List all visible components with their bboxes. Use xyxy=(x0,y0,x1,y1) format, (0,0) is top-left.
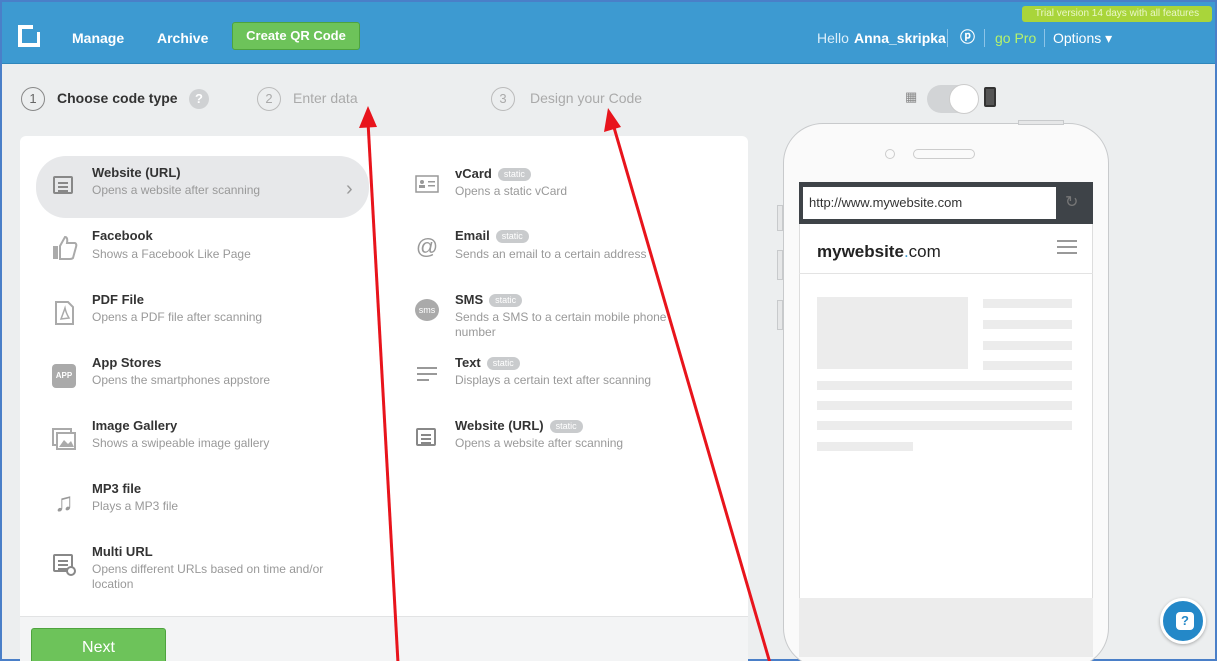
item-title[interactable]: Website (URL) static xyxy=(455,418,583,434)
vcard-icon xyxy=(413,170,441,198)
step-1-number: 1 xyxy=(21,87,45,111)
phone-volume-button xyxy=(777,205,783,231)
site-name: mywebsite.com xyxy=(817,242,941,262)
item-title-text: Website (URL) xyxy=(455,418,544,433)
placeholder-line xyxy=(817,421,1072,430)
item-desc: Shows a Facebook Like Page xyxy=(92,247,251,261)
smartphone-icon[interactable] xyxy=(984,87,996,107)
help-icon[interactable]: ? xyxy=(189,89,209,109)
item-title-text: Email xyxy=(455,228,490,243)
nav-divider xyxy=(984,29,985,47)
create-qr-code-button[interactable]: Create QR Code xyxy=(232,22,360,50)
item-title[interactable]: SMS static xyxy=(455,292,523,308)
next-button[interactable]: Next xyxy=(31,628,166,661)
item-desc: Plays a MP3 file xyxy=(92,499,179,513)
text-lines-icon xyxy=(413,360,441,388)
hello-text: Hello xyxy=(817,30,849,46)
options-menu[interactable]: Options ▾ xyxy=(1053,30,1112,47)
browser-icon xyxy=(413,424,441,452)
chevron-right-icon: › xyxy=(346,178,353,200)
item-desc: Displays a certain text after scanning xyxy=(455,373,652,387)
placeholder-image xyxy=(817,297,968,369)
item-desc: Shows a swipeable image gallery xyxy=(92,436,270,450)
phone-speaker xyxy=(913,149,975,159)
refresh-icon: ↻ xyxy=(1065,194,1079,211)
static-badge: static xyxy=(486,357,520,371)
step-3-number: 3 xyxy=(491,87,515,111)
placeholder-line xyxy=(983,299,1072,308)
placeholder-line xyxy=(983,361,1072,370)
phone-camera xyxy=(885,149,895,159)
question-icon: ? xyxy=(1176,612,1194,630)
item-desc: Sends a SMS to a certain mobile phone nu… xyxy=(455,310,667,339)
static-badge: static xyxy=(489,294,523,308)
static-badge: static xyxy=(497,168,531,182)
item-title[interactable]: PDF File xyxy=(92,292,144,307)
multi-url-icon xyxy=(50,551,78,579)
chat-icon[interactable]: ⓟ xyxy=(960,26,975,47)
phone-volume-button xyxy=(777,250,783,280)
item-title[interactable]: Multi URL xyxy=(92,544,153,559)
arrowhead-enter-data xyxy=(359,106,377,128)
item-title-text: SMS xyxy=(455,292,484,307)
site-name-tld: com xyxy=(908,242,941,261)
nav-archive[interactable]: Archive xyxy=(157,30,208,46)
phone-volume-button xyxy=(777,300,783,330)
screen-footer xyxy=(799,598,1093,657)
step-2-label[interactable]: Enter data xyxy=(293,90,358,106)
hamburger-icon xyxy=(1057,240,1077,242)
item-desc: Sends an email to a certain address xyxy=(455,247,647,261)
nav-divider xyxy=(947,29,948,47)
placeholder-line xyxy=(817,442,913,451)
app-badge: APP xyxy=(52,364,76,388)
trial-badge: Trial version 14 days with all features xyxy=(1022,6,1212,22)
app-logo[interactable] xyxy=(18,25,40,47)
toggle-knob[interactable] xyxy=(949,84,979,114)
app-icon: APP xyxy=(50,362,78,390)
item-title[interactable]: MP3 file xyxy=(92,481,141,496)
site-name-bold: mywebsite xyxy=(817,242,904,261)
pdf-icon xyxy=(50,299,78,327)
item-title[interactable]: Image Gallery xyxy=(92,418,177,433)
item-title[interactable]: vCard static xyxy=(455,166,531,182)
item-title[interactable]: Facebook xyxy=(92,228,153,243)
item-desc: Opens a PDF file after scanning xyxy=(92,310,263,324)
item-title[interactable]: App Stores xyxy=(92,355,161,370)
arrowhead-design-code xyxy=(604,108,621,132)
placeholder-line xyxy=(817,401,1072,410)
step-1-label[interactable]: Choose code type xyxy=(57,90,178,106)
placeholder-line xyxy=(817,381,1072,390)
item-title[interactable]: Email static xyxy=(455,228,529,244)
username-link[interactable]: Anna_skripka xyxy=(854,30,946,46)
nav-divider xyxy=(1044,29,1045,47)
nav-manage[interactable]: Manage xyxy=(72,30,124,46)
item-desc: Opens a website after scanning xyxy=(455,436,624,450)
step-3-label[interactable]: Design your Code xyxy=(530,90,642,106)
thumbs-up-icon xyxy=(50,234,78,262)
item-desc: Opens a website after scanning xyxy=(92,183,261,197)
preview-url-field: http://www.mywebsite.com xyxy=(803,187,1056,219)
item-desc: Opens the smartphones appstore xyxy=(92,373,271,387)
phone-power-button xyxy=(1018,120,1064,125)
music-note-icon: ♫ xyxy=(54,487,74,517)
item-desc: Opens different URLs based on time and/o… xyxy=(92,562,324,591)
static-badge: static xyxy=(549,420,583,434)
qr-code-icon[interactable]: ▦ xyxy=(905,89,921,105)
placeholder-line xyxy=(983,341,1072,350)
sms-icon: sms xyxy=(413,296,441,324)
step-2-number: 2 xyxy=(257,87,281,111)
help-chat-button[interactable]: ? xyxy=(1160,598,1206,644)
browser-icon xyxy=(50,172,78,200)
gallery-icon xyxy=(50,425,78,453)
sms-bubble: sms xyxy=(415,299,439,321)
item-title-text: vCard xyxy=(455,166,492,181)
static-badge: static xyxy=(495,230,529,244)
item-title[interactable]: Text static xyxy=(455,355,520,371)
item-title[interactable]: Website (URL) xyxy=(92,165,181,180)
placeholder-line xyxy=(983,320,1072,329)
go-pro-link[interactable]: go Pro xyxy=(995,30,1036,46)
email-icon: @ xyxy=(415,234,439,259)
item-title-text: Text xyxy=(455,355,481,370)
item-desc: Opens a static vCard xyxy=(455,184,568,198)
